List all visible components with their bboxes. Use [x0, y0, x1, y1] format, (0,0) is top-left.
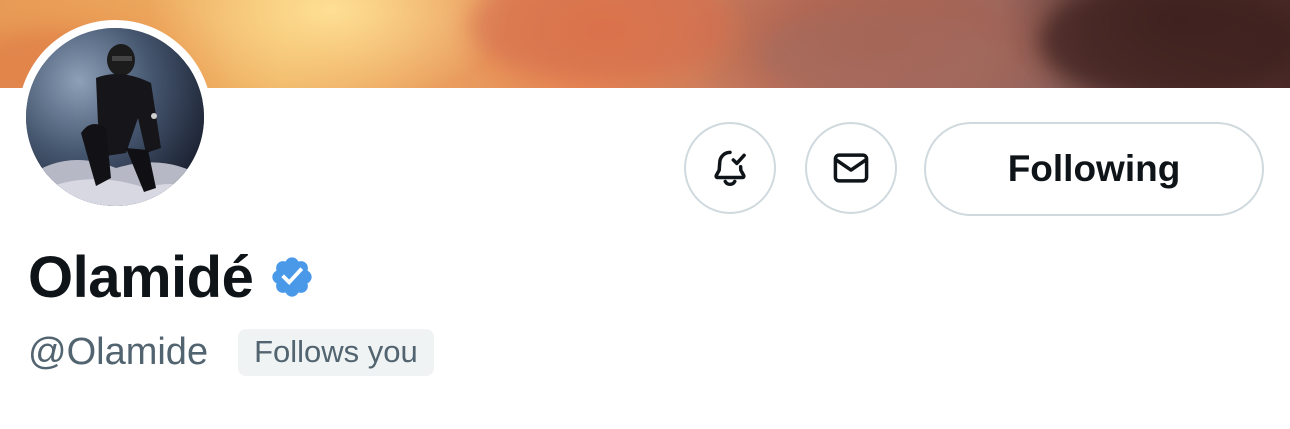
profile-name-row: Olamidé	[28, 240, 315, 314]
profile-avatar[interactable]	[18, 20, 212, 214]
banner-smoke	[760, 10, 1000, 88]
bell-check-icon	[714, 150, 746, 187]
message-button[interactable]	[805, 122, 897, 214]
profile-handle-row: @Olamide Follows you	[28, 326, 434, 378]
avatar-photo	[26, 28, 204, 206]
avatar-image	[26, 28, 204, 206]
follows-you-badge: Follows you	[238, 328, 434, 376]
verified-badge-icon[interactable]	[269, 254, 315, 300]
display-name: Olamidé	[28, 244, 254, 310]
user-handle: @Olamide	[28, 330, 209, 373]
banner-smoke	[1040, 0, 1290, 88]
envelope-icon	[833, 153, 869, 183]
following-button[interactable]: Following	[924, 122, 1264, 216]
following-button-label: Following	[1007, 148, 1181, 189]
banner-smoke	[470, 0, 730, 80]
notifications-button[interactable]	[684, 122, 776, 214]
